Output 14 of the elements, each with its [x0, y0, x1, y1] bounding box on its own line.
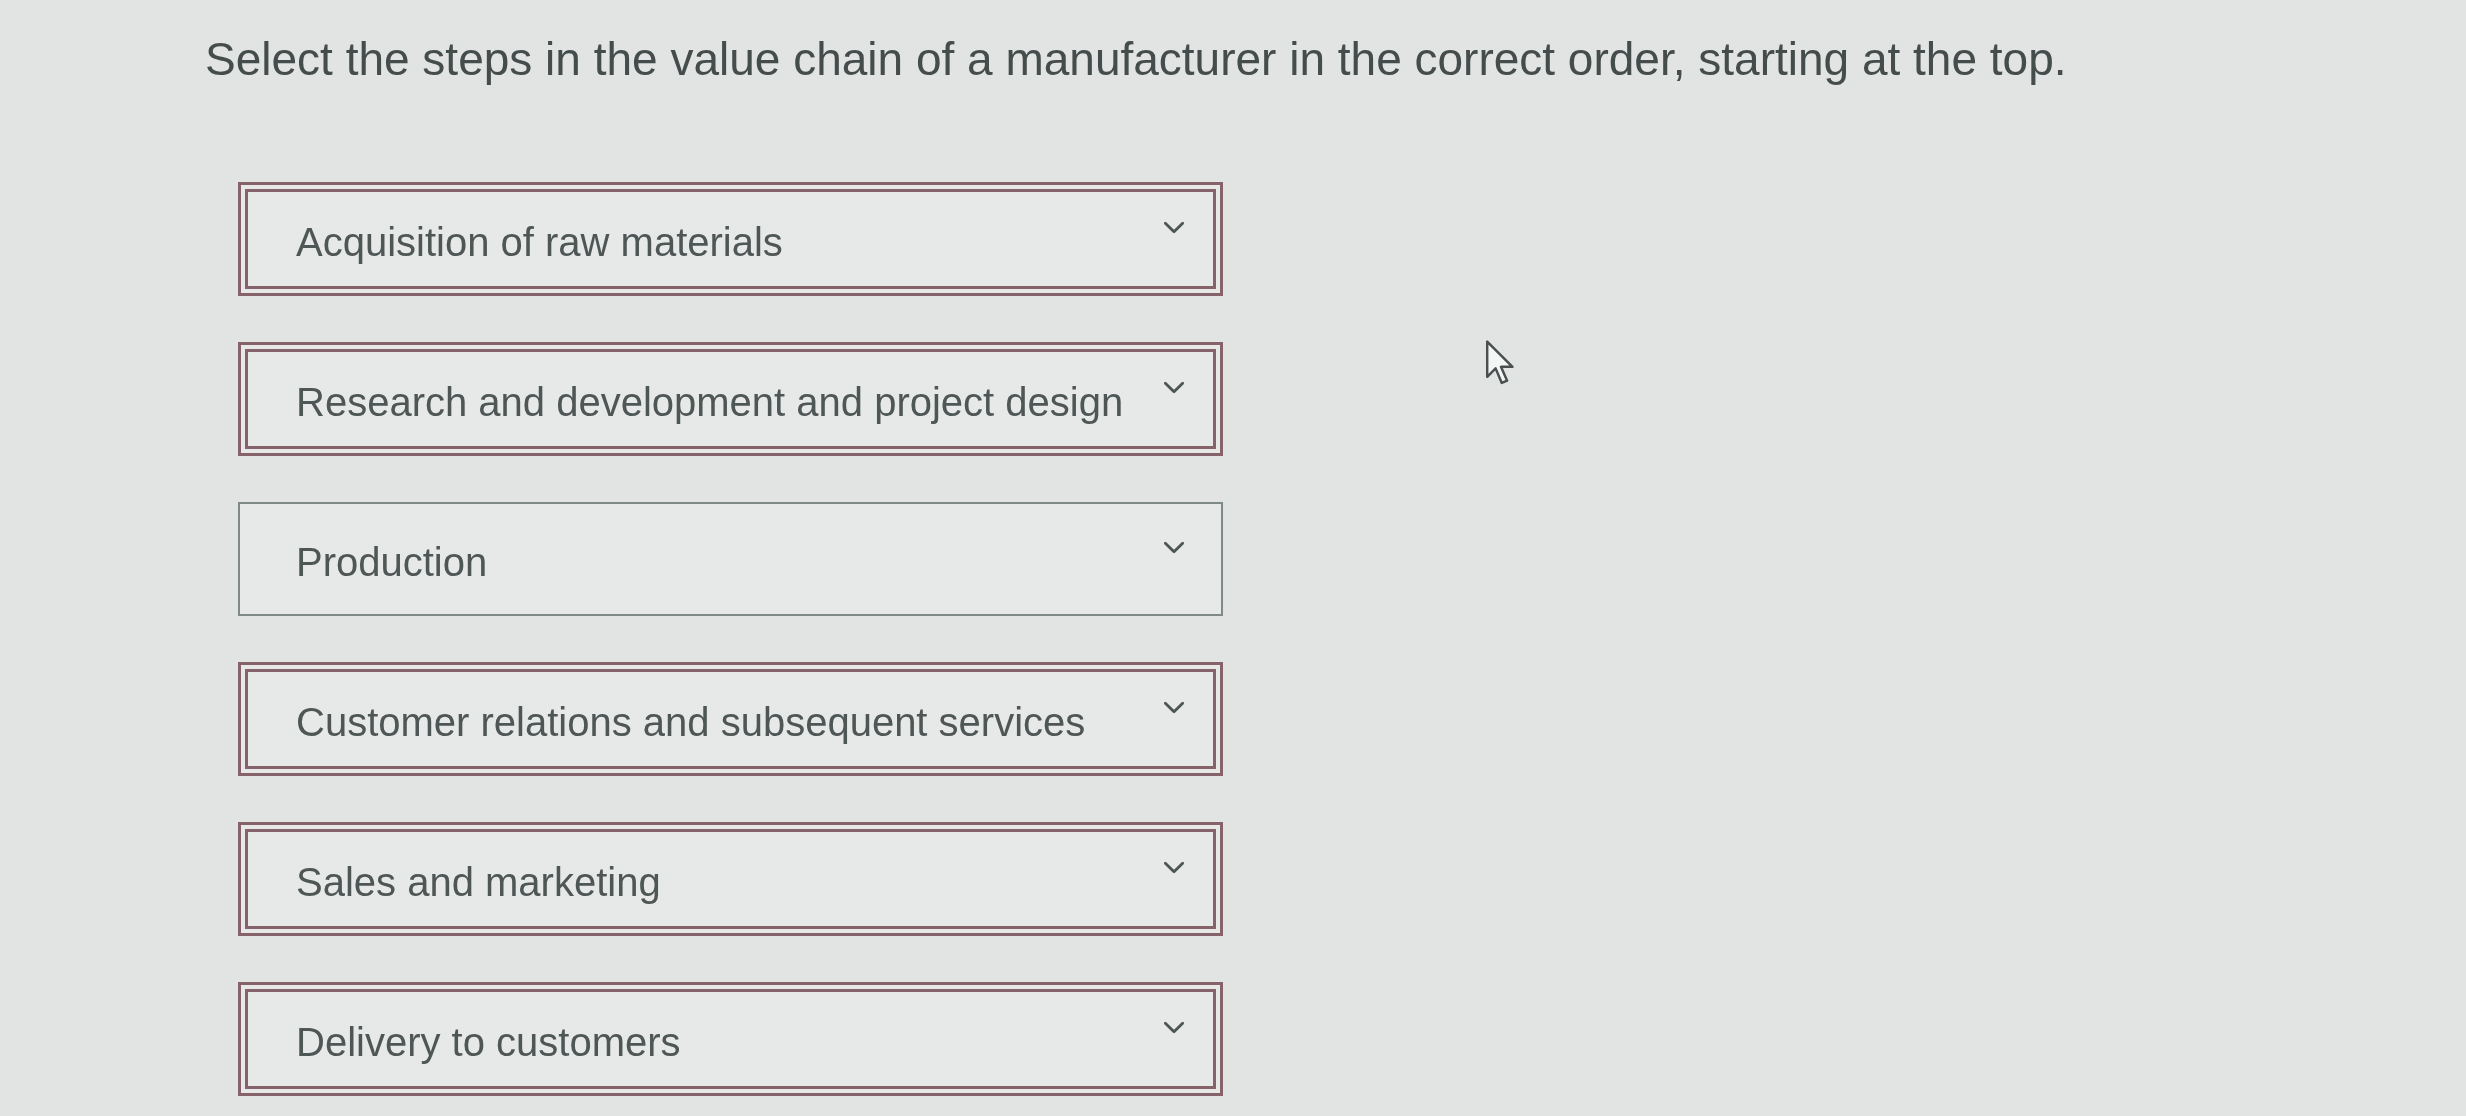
- dropdown[interactable]: Sales and marketing: [238, 822, 1223, 936]
- dropdown[interactable]: Acquisition of raw materials: [238, 182, 1223, 296]
- chevron-down-icon: [1163, 700, 1185, 714]
- dropdown[interactable]: Customer relations and subsequent services: [238, 662, 1223, 776]
- chevron-down-icon: [1163, 860, 1185, 874]
- chevron-down-icon: [1163, 380, 1185, 394]
- chevron-down-icon: [1163, 1020, 1185, 1034]
- pointer-cursor-icon: [1485, 340, 1517, 386]
- dropdown[interactable]: Production: [238, 502, 1223, 616]
- dropdown[interactable]: Delivery to customers: [238, 982, 1223, 1096]
- chevron-down-icon: [1163, 220, 1185, 234]
- dropdown[interactable]: Research and development and project design: [238, 342, 1223, 456]
- chevron-down-icon: [1163, 540, 1185, 554]
- question-text: Select the steps in the value chain of a manufacturer in the correct order, starting at the top.: [205, 32, 2067, 86]
